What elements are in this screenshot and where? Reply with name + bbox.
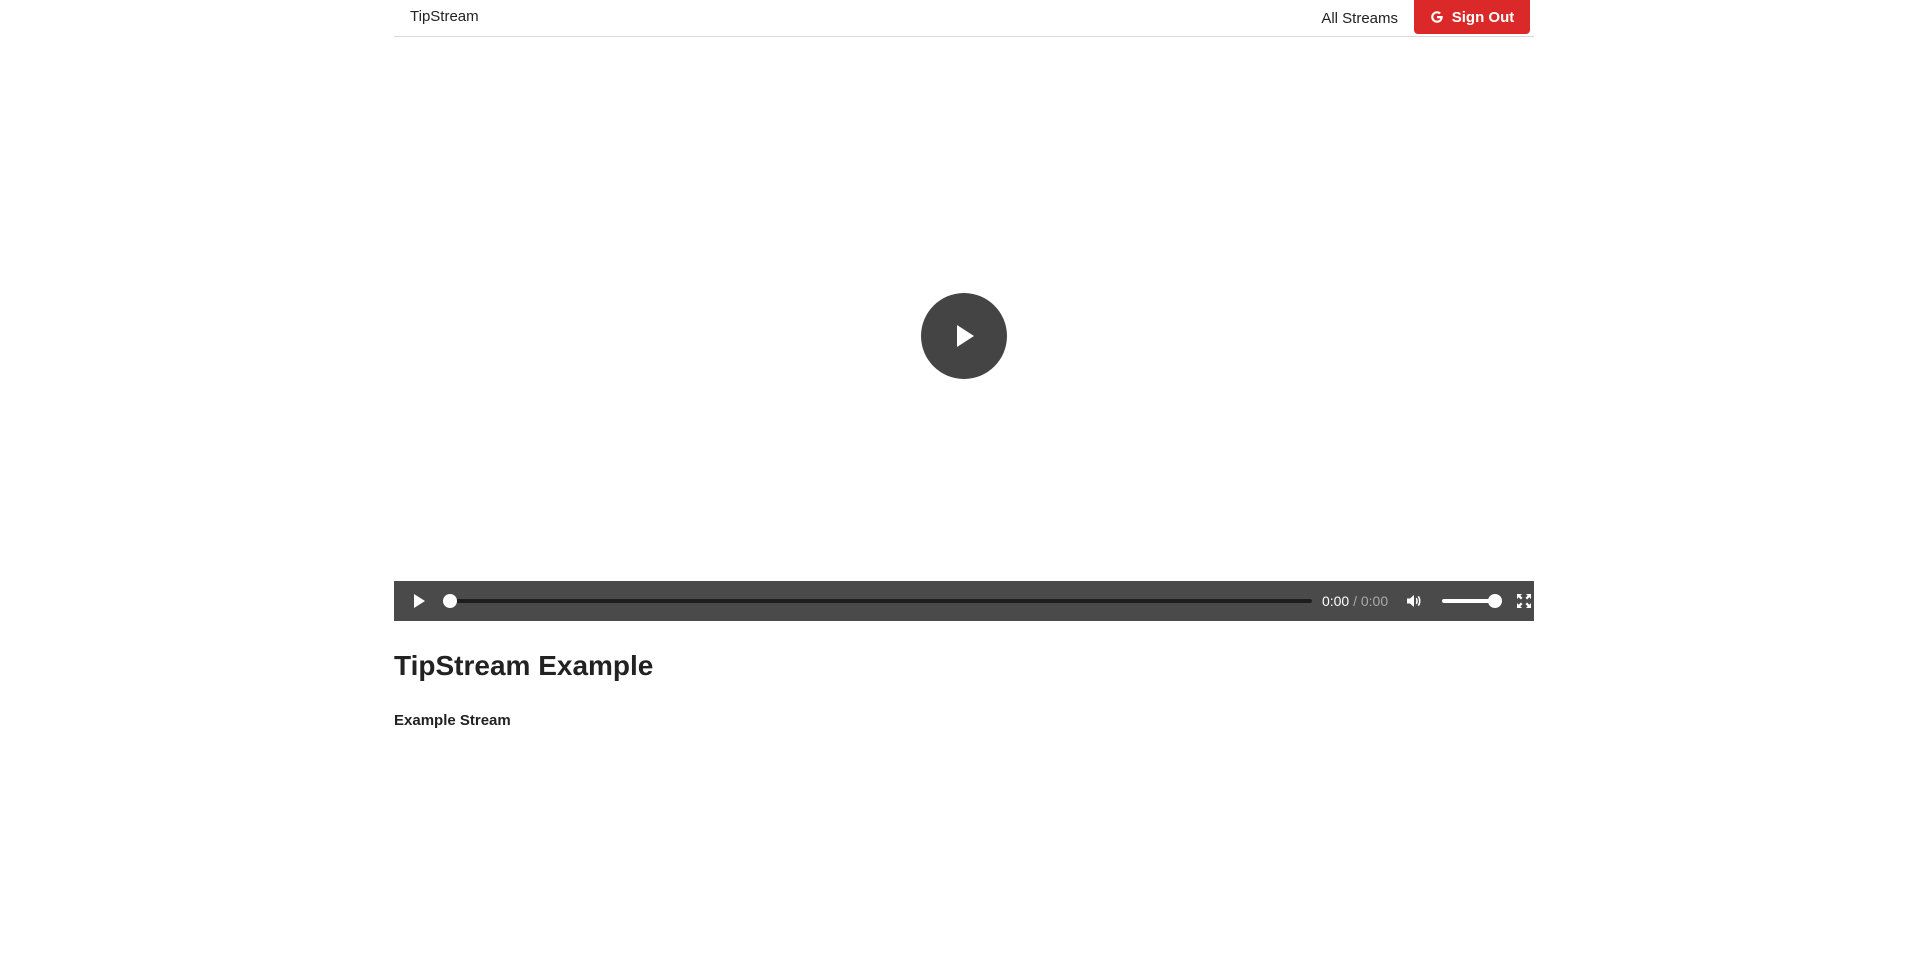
- page-title: TipStream Example: [394, 650, 654, 681]
- progress-bar[interactable]: [442, 594, 1312, 608]
- stream-name: Example Stream: [394, 712, 511, 729]
- sign-out-label: Sign Out: [1451, 8, 1515, 26]
- play-icon: [957, 325, 974, 347]
- fullscreen-icon: [1517, 594, 1531, 608]
- progress-handle[interactable]: [442, 594, 457, 608]
- volume-slider[interactable]: [1442, 594, 1503, 608]
- brand-link[interactable]: TipStream: [410, 8, 479, 25]
- sign-out-button[interactable]: Sign Out: [1414, 0, 1530, 34]
- time-display: 0:00 / 0:00: [1322, 593, 1388, 609]
- page-container: TipStream All Streams Sign Out 0:00 / 0:…: [394, 0, 1534, 729]
- video-player[interactable]: [394, 37, 1534, 581]
- volume-handle[interactable]: [1488, 594, 1503, 608]
- navbar-right: All Streams Sign Out: [1321, 0, 1530, 34]
- google-icon: [1430, 10, 1444, 24]
- play-button[interactable]: [409, 591, 429, 611]
- big-play-button[interactable]: [921, 293, 1007, 379]
- fullscreen-button[interactable]: [1514, 591, 1534, 611]
- video-controls: 0:00 / 0:00: [394, 581, 1534, 621]
- volume-icon: [1407, 595, 1421, 607]
- time-separator: /: [1353, 593, 1357, 609]
- all-streams-link[interactable]: All Streams: [1321, 10, 1398, 27]
- play-icon: [413, 594, 425, 608]
- mute-button[interactable]: [1404, 591, 1424, 611]
- navbar: TipStream All Streams Sign Out: [394, 0, 1534, 37]
- current-time: 0:00: [1321, 593, 1350, 609]
- duration: 0:00: [1360, 593, 1389, 609]
